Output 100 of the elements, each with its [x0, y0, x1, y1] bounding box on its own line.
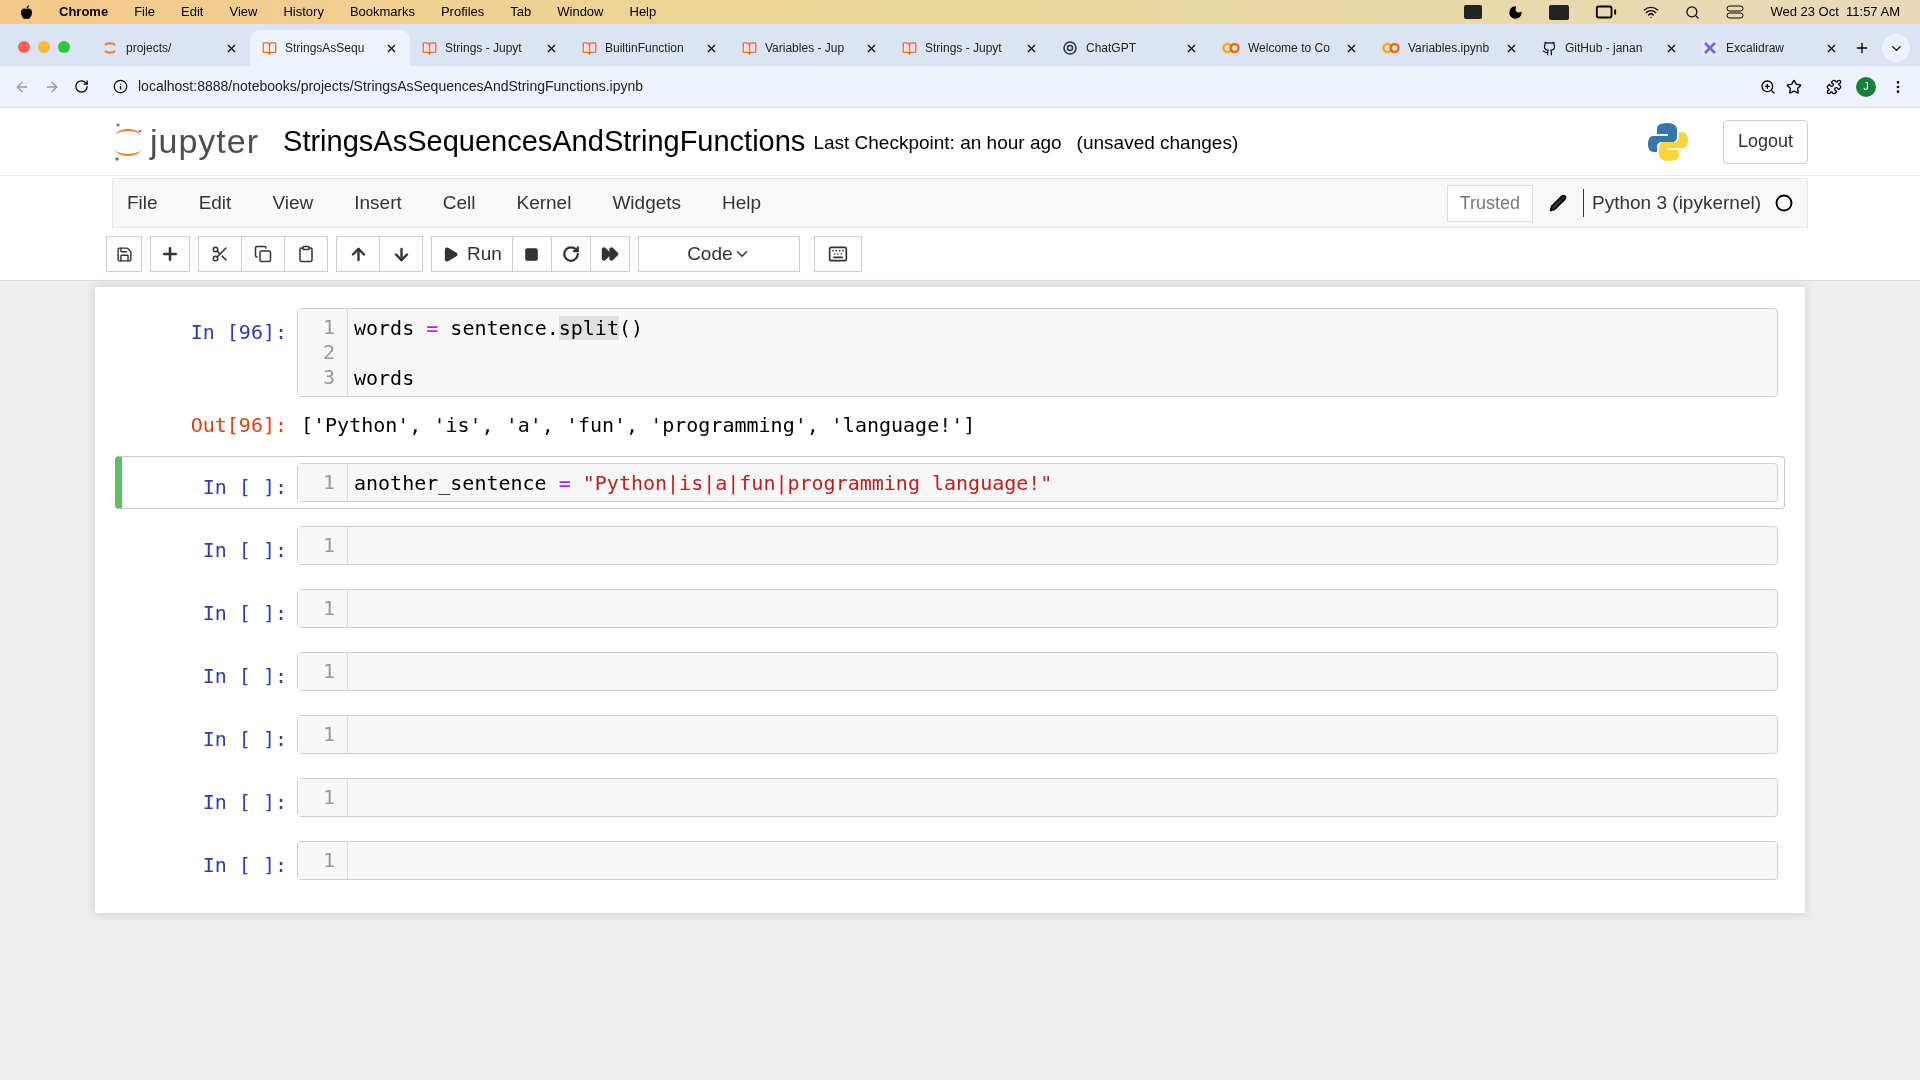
browser-tab[interactable]: Variables.ipynb — [1370, 30, 1530, 66]
code-editor[interactable]: 1 another_sentence = "Python|is|a|fun|programming language!" — [297, 463, 1778, 502]
input-prompt: In [ ]: — [202, 726, 287, 753]
copy-button[interactable] — [241, 236, 285, 272]
cut-button[interactable] — [198, 236, 242, 272]
menu-item[interactable]: View — [229, 2, 258, 22]
input-prompt: In [96]: — [190, 319, 287, 346]
tab-title: ChatGPT — [1086, 40, 1137, 57]
pencil-icon[interactable] — [1549, 194, 1568, 212]
tab-title: BuiltinFunction — [605, 40, 685, 57]
reload-icon[interactable] — [74, 79, 89, 94]
browser-tab[interactable]: Welcome to Co — [1210, 30, 1370, 66]
apple-icon[interactable] — [20, 4, 33, 20]
menu-item[interactable]: History — [283, 2, 324, 22]
knot-icon — [1062, 40, 1078, 56]
status-glyph-icon[interactable] — [1464, 5, 1483, 19]
browser-tab[interactable]: StringsAsSequ — [250, 30, 410, 66]
notebook-menu-item[interactable]: Help — [722, 188, 762, 218]
code-cell[interactable]: In [ ]: 1 — [115, 834, 1785, 887]
book-icon — [422, 40, 437, 56]
wifi-icon[interactable] — [1643, 4, 1660, 20]
copy-icon — [254, 245, 272, 263]
save-icon — [115, 245, 133, 263]
code-cell[interactable]: In [ ]: 1 — [115, 771, 1785, 824]
tab-title: StringsAsSequ — [285, 40, 366, 57]
insert-cell-button[interactable] — [150, 236, 190, 272]
book-icon — [742, 40, 757, 56]
star-icon[interactable] — [1786, 78, 1802, 95]
line-number: 3 — [322, 365, 335, 390]
browser-tab[interactable]: Strings - Jupyt — [410, 30, 570, 66]
browser-tab[interactable]: projects/ — [90, 30, 250, 66]
jupyter-logo[interactable]: jupyter — [112, 116, 260, 167]
run-all-button[interactable] — [589, 236, 630, 272]
rings-icon — [1382, 42, 1400, 54]
search-icon[interactable] — [1685, 4, 1701, 20]
rings-icon — [1222, 42, 1240, 54]
notebook-menu-item[interactable]: Insert — [354, 188, 402, 218]
menu-item[interactable]: Help — [629, 2, 657, 22]
notebook-menu-item[interactable]: Kernel — [516, 188, 572, 218]
keyboard-button[interactable] — [813, 236, 862, 272]
play-icon — [442, 245, 459, 263]
new-tab-icon[interactable] — [1854, 40, 1870, 56]
code-cell[interactable]: In [96]: 1 2 3 words = sentence.split() words — [115, 301, 1785, 404]
menu-item[interactable]: Edit — [181, 2, 204, 22]
move-up-button[interactable] — [336, 236, 380, 272]
move-down-button[interactable] — [379, 236, 423, 272]
input-prompt: In [ ]: — [202, 600, 287, 627]
line-number: 1 — [322, 785, 335, 810]
notebook-title[interactable]: StringsAsSequencesAndStringFunctions — [283, 119, 806, 164]
moon-icon[interactable] — [1508, 4, 1524, 20]
stop-icon — [524, 246, 540, 262]
pen-icon — [1702, 40, 1718, 56]
clock[interactable]: Wed 23 Oct 11:57 AM — [1770, 2, 1900, 22]
cell-type-select[interactable]: Code — [637, 236, 800, 272]
menu-item[interactable]: Profiles — [440, 2, 485, 22]
kernel-name[interactable]: Python 3 (ipykernel) — [1592, 188, 1761, 218]
save-button[interactable] — [106, 236, 142, 272]
trusted-indicator[interactable]: Trusted — [1446, 184, 1534, 222]
notebook-menu-item[interactable]: Edit — [198, 188, 232, 218]
keyboard-icon — [827, 244, 848, 264]
menu-item[interactable]: Chrome — [59, 2, 109, 22]
notebook-menu-item[interactable]: File — [127, 188, 158, 218]
input-source-icon[interactable] — [1549, 4, 1570, 20]
menu-item[interactable]: Bookmarks — [349, 2, 415, 22]
browser-tab[interactable]: Excalidraw — [1690, 30, 1850, 66]
menu-item[interactable]: Tab — [510, 2, 532, 22]
line-number: 1 — [322, 533, 335, 558]
paste-button[interactable] — [284, 236, 328, 272]
line-number: 1 — [322, 659, 335, 684]
menu-item[interactable]: File — [134, 2, 156, 22]
logout-button[interactable]: Logout — [1722, 119, 1808, 164]
profile-avatar[interactable]: J — [1856, 76, 1876, 97]
zoom-icon[interactable] — [1760, 78, 1776, 95]
line-number: 1 — [322, 722, 335, 747]
notebook-menu-item[interactable]: Widgets — [612, 188, 682, 218]
code-cell[interactable]: In [ ]: 1 — [115, 708, 1785, 761]
browser-tab[interactable]: BuiltinFunction — [570, 30, 730, 66]
browser-tab[interactable]: GitHub - janan — [1530, 30, 1690, 66]
restart-button[interactable] — [550, 236, 591, 272]
code-cell[interactable]: In [ ]: 1 — [115, 582, 1785, 635]
line-number: 1 — [322, 470, 335, 495]
code-cell[interactable]: In [ ]: 1 another_sentence = "Python|is|a|fun|programming language!" — [115, 456, 1785, 509]
menu-item[interactable]: Window — [557, 2, 604, 22]
notebook-menu-item[interactable]: View — [272, 188, 314, 218]
code-editor[interactable]: 1 2 3 words = sentence.split() words — [297, 308, 1778, 397]
browser-tab[interactable]: Variables - Jup — [730, 30, 890, 66]
control-center-icon[interactable] — [1726, 5, 1745, 19]
notebook-menu-item[interactable]: Cell — [442, 188, 476, 218]
extensions-icon[interactable] — [1826, 78, 1842, 95]
browser-tab[interactable]: ChatGPT — [1050, 30, 1210, 66]
code-cell[interactable]: In [ ]: 1 — [115, 519, 1785, 572]
code-cell[interactable]: In [ ]: 1 — [115, 645, 1785, 698]
tab-title: Variables - Jup — [765, 40, 846, 57]
browser-tab[interactable]: Strings - Jupyt — [890, 30, 1050, 66]
run-button[interactable]: Run — [431, 236, 513, 272]
input-prompt: In [ ]: — [202, 789, 287, 816]
info-icon[interactable] — [113, 79, 128, 94]
tab-title: Strings - Jupyt — [445, 40, 523, 57]
stop-button[interactable] — [511, 236, 552, 272]
fast-forward-icon — [600, 245, 619, 263]
